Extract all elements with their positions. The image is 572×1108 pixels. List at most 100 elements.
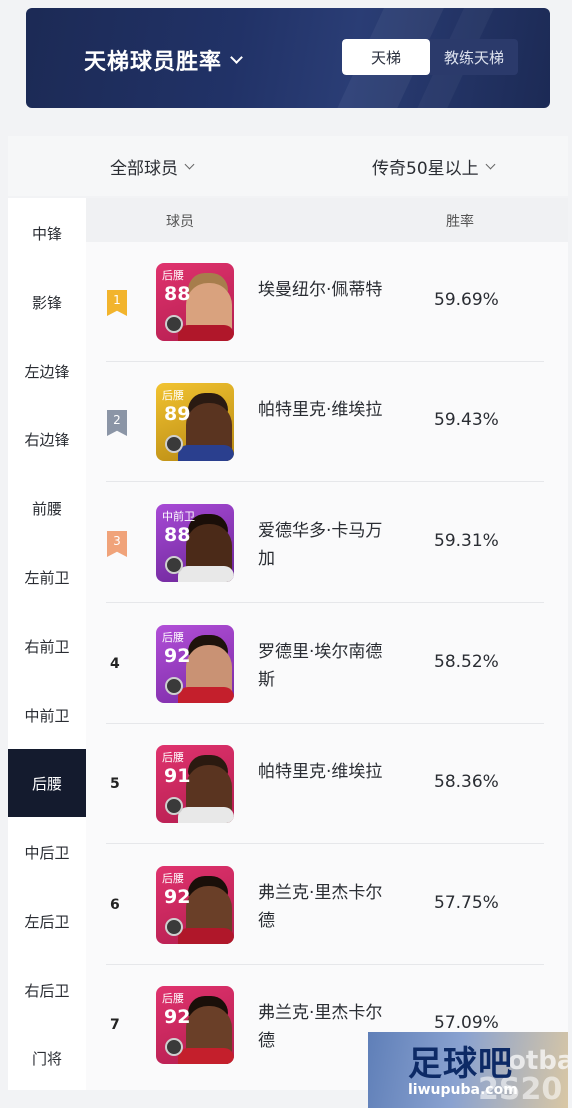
card-position: 后腰 [162,631,184,644]
position-sidebar: 中锋 影锋 左边锋 右边锋 前腰 左前卫 右前卫 中前卫 后腰 中后卫 左后卫 … [8,198,86,1090]
win-rate: 58.36% [434,772,499,792]
row-divider [106,843,544,844]
player-name: 罗德里·埃尔南德斯 [258,642,383,690]
rank-badge-gold: 1 [107,290,127,316]
watermark-url: liwupuba.com [408,1082,518,1098]
tier-filter-dropdown[interactable]: 传奇50星以上 [372,154,496,179]
page: 天梯球员胜率 天梯 教练天梯 全部球员 传奇50星以上 中锋 影锋 左边锋 右边… [0,0,572,1108]
sidebar-item-lb[interactable]: 左后卫 [8,901,86,941]
table-row[interactable]: 5 后腰 91 帕特里克·维埃拉 58.36% [86,724,568,844]
sidebar-item-rb[interactable]: 右后卫 [8,970,86,1010]
table-row[interactable]: 1 后腰 88 埃曼纽尔·佩蒂特 59.69% [86,242,568,362]
rank-number: 7 [110,1017,120,1033]
player-name: 帕特里克·维埃拉 [258,400,383,420]
player-card[interactable]: 中前卫 88 [156,504,234,582]
ranking-table: 球员 胜率 1 后腰 88 埃曼纽尔·佩蒂特 59.69% 2 后腰 89 帕特… [86,198,568,1090]
card-coin-icon [165,797,183,815]
sidebar-item-rwf[interactable]: 右边锋 [8,419,86,459]
player-name: 弗兰克·里杰卡尔德 [258,883,383,931]
card-coin-icon [165,918,183,936]
win-rate: 59.69% [434,290,499,310]
player-card[interactable]: 后腰 88 [156,263,234,341]
table-row[interactable]: 6 后腰 92 弗兰克·里杰卡尔德 57.75% [86,845,568,965]
player-shirt [178,687,234,703]
sidebar-item-amf[interactable]: 前腰 [8,488,86,528]
table-row[interactable]: 4 后腰 92 罗德里·埃尔南德斯 58.52% [86,604,568,724]
row-divider [106,602,544,603]
card-coin-icon [165,1038,183,1056]
sidebar-item-cb[interactable]: 中后卫 [8,832,86,872]
card-coin-icon [165,435,183,453]
card-position: 后腰 [162,389,184,402]
win-rate: 58.52% [434,652,499,672]
filter-bar: 全部球员 传奇50星以上 [8,136,568,196]
sidebar-item-cmf[interactable]: 中前卫 [8,695,86,735]
player-shirt [178,445,234,461]
rank-number: 4 [110,656,120,672]
player-card[interactable]: 后腰 92 [156,866,234,944]
chevron-down-icon [230,51,243,64]
player-name: 埃曼纽尔·佩蒂特 [258,280,383,300]
column-header-player: 球员 [166,214,194,230]
card-rating: 89 [164,403,191,425]
card-rating: 91 [164,765,191,787]
card-position: 后腰 [162,269,184,282]
win-rate: 57.75% [434,893,499,913]
sidebar-item-gk[interactable]: 门将 [8,1038,86,1078]
sidebar-item-rmf[interactable]: 右前卫 [8,626,86,666]
win-rate: 59.43% [434,410,499,430]
column-header-win-rate: 胜率 [446,214,474,230]
rank-number: 6 [110,897,120,913]
card-coin-icon [165,315,183,333]
table-row[interactable]: 3 中前卫 88 爱德华多·卡马万加 59.31% [86,483,568,603]
win-rate: 57.09% [434,1013,499,1033]
card-position: 中前卫 [162,510,195,523]
sidebar-item-st[interactable]: 中锋 [8,213,86,253]
player-name: 爱德华多·卡马万加 [258,521,383,569]
player-filter-label: 全部球员 [110,159,178,179]
player-shirt [178,807,234,823]
page-title: 天梯球员胜率 [84,50,223,75]
chevron-down-icon [485,159,496,170]
tab-coach-ladder[interactable]: 教练天梯 [430,39,518,75]
player-shirt [178,566,234,582]
card-coin-icon [165,677,183,695]
card-coin-icon [165,556,183,574]
tab-ladder[interactable]: 天梯 [342,39,430,75]
card-position: 后腰 [162,872,184,885]
card-rating: 92 [164,645,191,667]
table-row[interactable]: 2 后腰 89 帕特里克·维埃拉 59.43% [86,362,568,482]
tier-filter-label: 传奇50星以上 [372,159,479,179]
watermark-logo-text: 足球吧 [408,1044,513,1084]
sidebar-item-ss[interactable]: 影锋 [8,282,86,322]
rank-number: 5 [110,776,120,792]
site-watermark: otba 2S20 足球吧 liwupuba.com [368,1032,568,1108]
chevron-down-icon [184,159,195,170]
card-rating: 88 [164,283,191,305]
sidebar-item-dmf[interactable]: 后腰 [8,749,86,817]
player-card[interactable]: 后腰 91 [156,745,234,823]
rank-badge-bronze: 3 [107,531,127,557]
card-rating: 88 [164,524,191,546]
player-shirt [178,1048,234,1064]
page-title-dropdown[interactable]: 天梯球员胜率 [84,44,243,76]
ladder-toggle: 天梯 教练天梯 [342,39,518,75]
card-position: 后腰 [162,751,184,764]
sidebar-item-lwf[interactable]: 左边锋 [8,351,86,391]
table-header: 球员 胜率 [86,198,568,242]
win-rate: 59.31% [434,531,499,551]
card-rating: 92 [164,886,191,908]
player-shirt [178,325,234,341]
rank-badge-silver: 2 [107,410,127,436]
player-card[interactable]: 后腰 89 [156,383,234,461]
player-filter-dropdown[interactable]: 全部球员 [110,154,195,179]
row-divider [106,481,544,482]
player-name: 帕特里克·维埃拉 [258,762,383,782]
player-shirt [178,928,234,944]
player-card[interactable]: 后腰 92 [156,625,234,703]
header-banner: 天梯球员胜率 天梯 教练天梯 [26,8,550,108]
card-rating: 92 [164,1006,191,1028]
sidebar-item-lmf[interactable]: 左前卫 [8,557,86,597]
player-card[interactable]: 后腰 92 [156,986,234,1064]
card-position: 后腰 [162,992,184,1005]
